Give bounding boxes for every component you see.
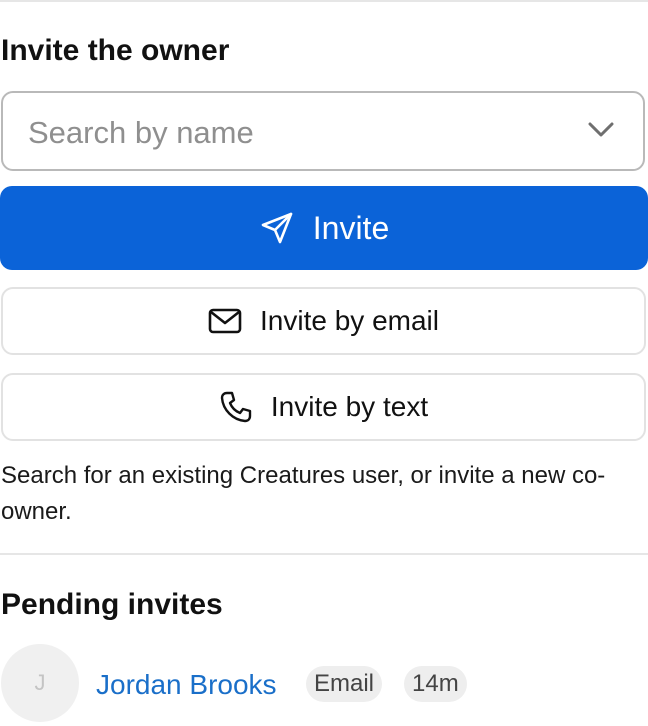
invite-button[interactable]: Invite — [0, 186, 648, 270]
invite-by-email-button[interactable]: Invite by email — [1, 287, 646, 355]
invite-method-badge: Email — [306, 666, 383, 702]
invite-time-badge: 14m — [404, 666, 467, 702]
mail-icon — [208, 308, 242, 334]
owner-search-select[interactable]: Search by name — [1, 91, 645, 171]
top-divider — [0, 0, 648, 2]
invite-help-text: Search for an existing Creatures user, o… — [1, 462, 606, 525]
pending-invites-heading: Pending invites — [1, 588, 223, 621]
invitee-name-link[interactable]: Jordan Brooks — [96, 668, 277, 702]
send-icon — [261, 212, 293, 244]
phone-icon — [220, 391, 252, 423]
pending-invite-row: J Jordan Brooks Email 14m — [0, 644, 648, 726]
invite-by-email-label: Invite by email — [260, 305, 439, 336]
section-divider — [0, 553, 648, 555]
chevron-down-icon[interactable] — [587, 120, 615, 140]
avatar: J — [1, 644, 79, 722]
search-placeholder[interactable]: Search by name — [28, 115, 254, 151]
invite-by-text-button[interactable]: Invite by text — [1, 373, 646, 441]
invite-button-label: Invite — [312, 210, 390, 246]
invite-by-text-label: Invite by text — [270, 391, 429, 422]
invite-owner-heading: Invite the owner — [1, 34, 230, 67]
